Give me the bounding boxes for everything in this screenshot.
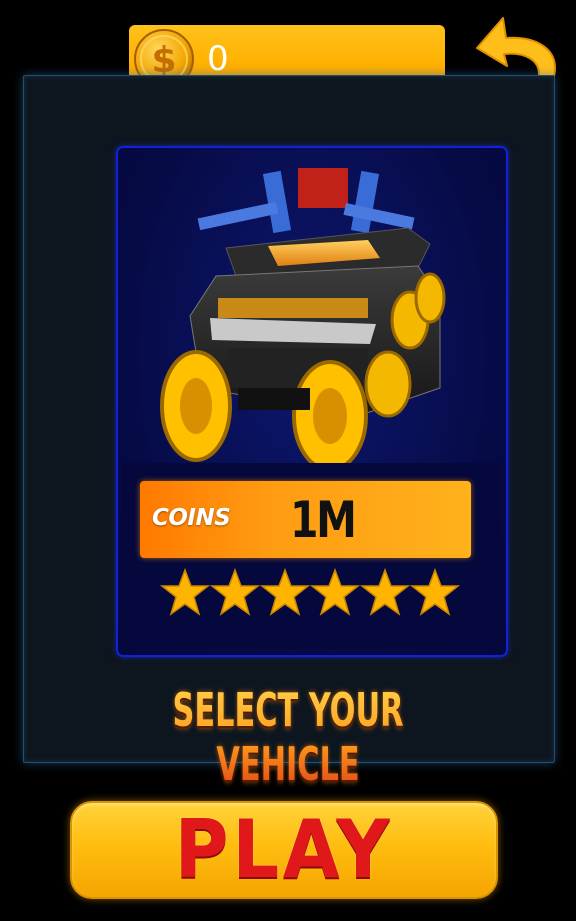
play-button[interactable]: PLAY: [70, 801, 498, 899]
star-icon: [210, 568, 260, 616]
vehicle-select-screen: $ 0 COINS 1M SELECT YOUR VEHICLE PLAY: [0, 0, 576, 921]
star-icon: [410, 568, 460, 616]
vehicle-rating-stars: [160, 568, 460, 618]
price-value: 1M: [290, 491, 357, 549]
price-currency-label: COINS: [152, 505, 231, 531]
vehicle-price-bar: COINS 1M: [140, 481, 471, 558]
select-vehicle-title: SELECT YOUR VEHICLE: [98, 683, 478, 791]
play-button-label: PLAY: [174, 803, 394, 896]
star-icon: [360, 568, 410, 616]
star-icon: [260, 568, 310, 616]
star-icon: [160, 568, 210, 616]
armored-truck-image: [160, 168, 446, 468]
star-icon: [310, 568, 360, 616]
